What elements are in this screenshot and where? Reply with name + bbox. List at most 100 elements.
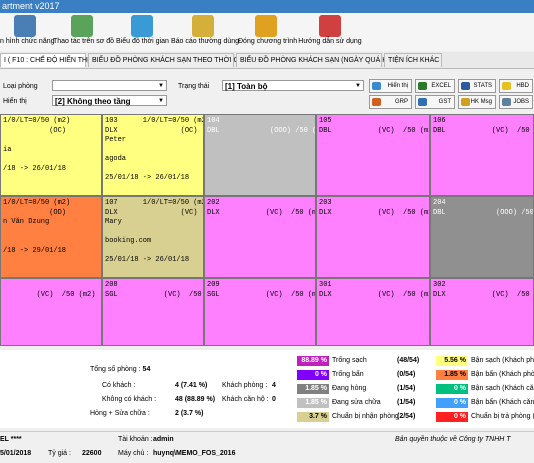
room-cell-line: SGL (VC) /50 (m2) [105, 290, 202, 299]
room-cell-line: 1/0/LT=0/50 (m2) [3, 117, 71, 125]
room-cell-line: DLX (VC) /50 (m2) [207, 208, 316, 217]
no-guest-label: Không có khách : [102, 396, 157, 403]
total-value: 54 [142, 366, 151, 373]
toolbar-button-reports[interactable]: Báo cáo thường dùng [171, 15, 240, 49]
guest-room-label: Khách căn hộ : [222, 396, 269, 403]
room-cell-line: (OC) [3, 126, 67, 135]
help-icon [319, 15, 341, 37]
legend-label: Bận bẩn (Khách căn hộ) [471, 399, 534, 406]
guest-icon [418, 98, 427, 106]
current-date: 5/01/2018 [0, 450, 32, 457]
room-cell-line: DBL (VC) /50 (m2) [433, 126, 530, 135]
room-cell[interactable]: 1/0/LT=0/50 (m2) (OC) ia/18 -> 26/01/18 [0, 114, 102, 196]
machine-value: huynq\MEMO_FOS_2016 [153, 450, 236, 457]
room-cell-line: (OD) [3, 208, 67, 217]
button-label: JOBS [513, 99, 529, 105]
toolbar-label: Báo cáo thường dùng [171, 38, 240, 45]
legend-label: Chuẩn bị trả phòng (ED) [471, 413, 534, 420]
room-cell[interactable]: 203 DLX (VC) /50 (m2) [316, 196, 430, 278]
room-cell-line: 105 [319, 117, 332, 125]
room-cell[interactable]: 209 SGL (VC) /50 (m2) [204, 278, 316, 346]
toolbar-label: Hướng dẫn sử dụng [298, 38, 362, 45]
legend-row: 0 %Chuẩn bị trả phòng (ED) [436, 412, 534, 422]
summary-panel: Tổng số phòng : 54 Có khách : 4 (7.41 %)… [0, 350, 534, 428]
has-guest-value: 4 (7.41 %) [175, 382, 208, 389]
legend-count: (0/54) [397, 371, 416, 378]
room-type-select[interactable]: ▼ [52, 80, 167, 91]
report-icon [192, 15, 214, 37]
room-type-label: Loại phòng [3, 83, 38, 90]
total-rooms: Tổng số phòng : 54 [90, 366, 150, 373]
tab-display-mode[interactable]: I ( F10 : CHẾ ĐỘ HIỂN THỊ ) [0, 53, 93, 67]
toolbar-button-map[interactable]: Thao tác trên sơ đồ [53, 15, 114, 49]
room-cell[interactable]: 106DBL (VC) /50 (m2) [430, 114, 534, 196]
grp-button[interactable]: GRP [369, 95, 412, 109]
legend-percent: 1.85 % [297, 384, 329, 394]
gst-button[interactable]: GST [415, 95, 455, 109]
tab-timeline[interactable]: BIỂU ĐỒ PHÒNG KHÁCH SẠN THEO THỜI GIAN [88, 53, 251, 67]
room-cell[interactable]: 301 DLX (VC) /50 (m2) [316, 278, 430, 346]
room-cell[interactable]: 302DLX (VC) /50 (m2) [430, 278, 534, 346]
button-label: GRP [394, 99, 408, 105]
legend-label: Bận sạch (Khách căn hộ) [471, 385, 534, 392]
legend-percent: 0 % [436, 412, 468, 422]
legend-percent: 1.85 % [436, 370, 468, 380]
room-cell-line: (VC) /50 (m2) [3, 290, 96, 299]
legend-percent: 0 % [436, 398, 468, 408]
room-cell-line: 204 [433, 199, 446, 207]
tab-utilities[interactable]: TIỆN ÍCH KHÁC [384, 53, 442, 67]
button-label: EXCEL [431, 83, 451, 89]
hbd-button[interactable]: HBD [499, 79, 533, 93]
legend-percent: 5.56 % [436, 356, 468, 366]
legend-percent: 88.89 % [297, 356, 329, 366]
room-cell[interactable]: 104DBL (OOO) /50 (m2) [204, 114, 316, 196]
bulb-icon [502, 82, 511, 90]
display-select[interactable]: [2] Không theo tầng ▼ [52, 95, 167, 106]
room-cell-line: SGL (VC) /50 (m2) [207, 290, 316, 299]
jobs-button[interactable]: JOBS [499, 95, 533, 109]
legend-percent: 1.85 % [297, 398, 329, 408]
excel-button[interactable]: EXCEL [415, 79, 455, 93]
legend-label: Chuẩn bị nhận phòng [332, 413, 399, 420]
tab-bar: I ( F10 : CHẾ ĐỘ HIỂN THỊ ) BIỂU ĐỒ PHÒN… [0, 52, 534, 69]
room-cell[interactable]: (VC) /50 (m2) [0, 278, 102, 346]
legend-percent: 0 % [436, 384, 468, 394]
excel-icon [418, 82, 427, 90]
rate-label: Tỷ giá : [48, 450, 71, 457]
room-cell[interactable]: 107 1/0/LT=0/50 (m2) DLX (VC) Mary booking.… [102, 196, 204, 278]
room-cell-line: /18 -> 26/01/18 [3, 164, 67, 173]
toolbar-button-close[interactable]: Đóng chương trình [238, 15, 297, 49]
total-label: Tổng số phòng : [90, 366, 141, 373]
room-cell-line: DLX (OC) [105, 126, 198, 135]
room-cell-line: 103 1/0/LT=0/50 (m2) [105, 117, 204, 125]
room-cell-line: 107 1/0/LT=0/50 (m2) [105, 199, 204, 207]
button-label: Hiển thị [387, 83, 408, 89]
toolbar-button-screen[interactable]: n hình chức năng [0, 15, 55, 49]
room-cell-line: booking.com [105, 237, 152, 245]
room-cell-line: /18 -> 29/01/18 [3, 246, 67, 255]
hk-msg-button[interactable]: HK Msg [458, 95, 496, 109]
button-label: STATS [473, 83, 492, 89]
room-cell[interactable]: 103 1/0/LT=0/50 (m2) DLX (OC) Peter agoda 25… [102, 114, 204, 196]
room-cell-line: DLX (VC) [105, 208, 198, 217]
room-cell[interactable]: 105 DBL (VC) /50 (m2) [316, 114, 430, 196]
room-cell[interactable]: 202 DLX (VC) /50 (m2) [204, 196, 316, 278]
toolbar-button-help[interactable]: Hướng dẫn sử dụng [298, 15, 362, 49]
status-select[interactable]: [1] Toàn bộ ▼ [222, 80, 364, 91]
room-cell[interactable]: 208SGL (VC) /50 (m2) [102, 278, 204, 346]
display-button[interactable]: Hiển thị [369, 79, 412, 93]
legend-percent: 0 % [297, 370, 329, 380]
room-cell[interactable]: 1/0/LT=0/50 (m2) (OD) n Văn Dzung/18 -> 2… [0, 196, 102, 278]
room-cell-line: Peter [105, 136, 127, 144]
legend-row: 0 %Bận sạch (Khách căn hộ) [436, 384, 534, 394]
stats-button[interactable]: STATS [458, 79, 496, 93]
toolbar-button-timeline[interactable]: Biểu đồ thời gian [116, 15, 169, 49]
tab-past-days[interactable]: BIỂU ĐỒ PHÒNG KHÁCH SẠN (NGÀY QUÁ KHỨ) [236, 53, 400, 67]
room-cell-line: ia [3, 145, 12, 154]
room-cell-line: 301 [319, 281, 332, 289]
room-cell-line: 106 [433, 117, 446, 125]
room-cell-line: 1/0/LT=0/50 (m2) [3, 199, 71, 207]
legend-row: 3.7 % Chuẩn bị nhận phòng (2/54) [297, 412, 415, 422]
status-bar: EL **** Tài khoản : admin Bản quyền thuộ… [0, 431, 534, 463]
room-cell[interactable]: 204DBL (OOO) /50 (m2) [430, 196, 534, 278]
